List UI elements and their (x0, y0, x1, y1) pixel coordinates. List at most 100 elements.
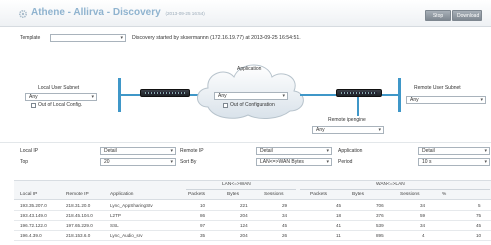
cell-remote-ip: 218.153.6.0 (66, 233, 91, 238)
table-row[interactable]: 196.4.39.0 218.153.6.0 Lync_Audio_srv 35… (14, 231, 491, 241)
cell-application: Lync_AppSharingStv (110, 203, 153, 208)
cell-percent: 45 (476, 223, 482, 228)
title-timestamp: (2013-09-25 16:54) (165, 11, 205, 16)
cell-percent: 75 (476, 213, 482, 218)
cell-application: SSL (110, 223, 119, 228)
cell-application: Lync_Audio_srv (110, 233, 143, 238)
cell-packets: 18 (336, 213, 342, 218)
local-switch-icon (140, 89, 190, 97)
application-out-of-config-label: Out of Configuration (230, 102, 275, 108)
remote-ip-value: Detail (260, 148, 273, 154)
period-select[interactable]: 10 s ▾ (418, 158, 490, 166)
cell-packets: 11 (336, 233, 341, 238)
cell-packets: 97 (200, 223, 206, 228)
local-ip-select[interactable]: Detail ▾ (100, 147, 176, 155)
column-header[interactable]: Sessions (264, 192, 283, 197)
remote-engine-select[interactable]: Any ▾ (312, 126, 384, 134)
local-link-line (120, 94, 140, 96)
section-divider (0, 142, 491, 143)
local-subnet-label: Local User Subnet (38, 85, 80, 91)
download-button[interactable]: Download (452, 10, 482, 21)
remote-subnet-select[interactable]: Any ▾ (406, 96, 486, 104)
cell-remote-ip: 197.65.229.0 (66, 223, 93, 228)
top-select[interactable]: 20 ▾ (100, 158, 176, 166)
page-title-text: Athene - Allirva - Discovery (31, 7, 161, 18)
period-label: Period (338, 159, 353, 165)
chevron-down-icon: ▾ (120, 35, 123, 41)
cell-bytes: 895 (376, 233, 384, 238)
cell-remote-ip: 218.45.104.0 (66, 213, 93, 218)
top-label: Top (20, 159, 29, 165)
cell-sessions: 29 (282, 203, 288, 208)
remote-subnet-value: Any (410, 97, 419, 103)
table-header (14, 180, 491, 200)
cell-bytes: 539 (376, 223, 384, 228)
cell-sessions: 34 (420, 203, 426, 208)
remote-engine-value: Any (316, 127, 325, 133)
remote-engine-link (357, 97, 359, 116)
sort-by-value: LAN<=>WAN Bytes (260, 159, 304, 165)
remote-engine-label: Remote ipengine (328, 117, 366, 123)
application-select[interactable]: Any ▾ (214, 92, 288, 100)
local-subnet-select[interactable]: Any ▾ (25, 93, 97, 101)
stop-button[interactable]: Stop (425, 10, 451, 21)
cell-packets: 10 (200, 203, 206, 208)
column-header[interactable]: % (442, 192, 446, 197)
cell-application: L2TP (110, 213, 121, 218)
column-header[interactable]: Remote IP (66, 192, 89, 197)
remote-link-line (382, 94, 398, 96)
column-header[interactable]: Local IP (20, 192, 37, 197)
table-row[interactable]: 196.72.122.0 197.65.229.0 SSL 97 124 45 … (14, 221, 491, 231)
cell-packets: 41 (336, 223, 342, 228)
cell-bytes: 204 (240, 213, 248, 218)
cell-packets: 35 (200, 233, 206, 238)
application-filter-label: Application (338, 148, 363, 154)
cell-percent: 5 (478, 203, 481, 208)
chevron-down-icon: ▾ (91, 94, 94, 100)
gear-icon (18, 9, 28, 19)
chevron-down-icon: ▾ (484, 159, 487, 165)
chevron-down-icon: ▾ (326, 148, 329, 154)
remote-link-bar (398, 78, 401, 112)
top-value: 20 (104, 159, 110, 165)
table-row[interactable]: 193.35.207.0 218.31.20.0 Lync_AppSharing… (14, 201, 491, 211)
group-header-wan-lan: WAN<=>LAN (376, 182, 405, 187)
cell-percent: 10 (476, 233, 482, 238)
cell-bytes: 221 (240, 203, 248, 208)
remote-ip-label: Remote IP (180, 148, 204, 154)
template-select[interactable]: ▾ (50, 34, 126, 42)
column-header[interactable]: Packets (310, 192, 327, 197)
column-header[interactable]: Bytes (352, 192, 364, 197)
local-ip-value: Detail (104, 148, 117, 154)
cell-local-ip: 196.4.39.0 (20, 233, 42, 238)
application-label: Application (237, 66, 262, 72)
cell-sessions: 59 (420, 213, 426, 218)
cell-sessions: 34 (282, 213, 288, 218)
cell-bytes: 204 (240, 233, 248, 238)
local-out-of-config-label: Out of Local Config. (38, 102, 83, 108)
local-ip-label: Local IP (20, 148, 39, 154)
column-header[interactable]: Application (110, 192, 133, 197)
cell-sessions: 4 (422, 233, 425, 238)
local-out-of-config-checkbox[interactable] (31, 103, 36, 108)
chevron-down-icon: ▾ (170, 148, 173, 154)
group-underline (186, 189, 296, 190)
chevron-down-icon: ▾ (378, 127, 381, 133)
column-header[interactable]: Sessions (400, 192, 419, 197)
remote-ip-select[interactable]: Detail ▾ (256, 147, 332, 155)
cell-bytes: 376 (376, 213, 384, 218)
discovery-info: Discovery started by sksermannn (172.16.… (132, 35, 301, 41)
column-header[interactable]: Packets (188, 192, 205, 197)
template-label: Template (20, 35, 41, 41)
cell-local-ip: 196.72.122.0 (20, 223, 47, 228)
application-out-of-config-checkbox[interactable] (223, 103, 228, 108)
chevron-down-icon: ▾ (484, 148, 487, 154)
local-subnet-value: Any (29, 94, 38, 100)
column-header[interactable]: Bytes (227, 192, 239, 197)
sort-by-select[interactable]: LAN<=>WAN Bytes ▾ (256, 158, 332, 166)
application-filter-select[interactable]: Detail ▾ (418, 147, 490, 155)
table-row[interactable]: 193.43.149.0 218.45.104.0 L2TP 86 204 34… (14, 211, 491, 221)
cell-remote-ip: 218.31.20.0 (66, 203, 91, 208)
group-underline (300, 189, 490, 190)
chevron-down-icon: ▾ (480, 97, 483, 103)
